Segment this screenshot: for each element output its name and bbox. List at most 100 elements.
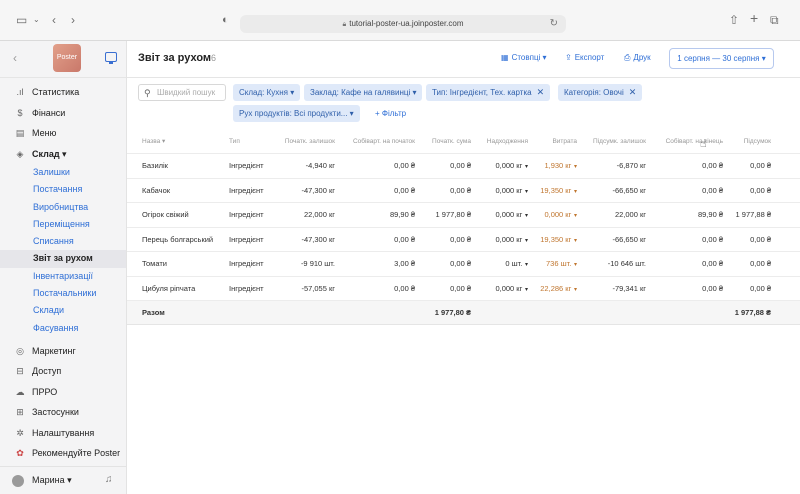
- user-menu[interactable]: Марина ▾: [32, 475, 72, 486]
- avatar[interactable]: [12, 475, 24, 487]
- sidebar-subitem-movement-report[interactable]: Звіт за рухом: [0, 250, 126, 268]
- column-header-closing[interactable]: Підсумк. залишок: [582, 130, 646, 154]
- sidebar-subitem-supplies[interactable]: Постачання: [0, 181, 126, 198]
- column-header-name[interactable]: Назва ▾: [142, 130, 237, 154]
- table-body: Базилік Інгредієнт -4,940 кг 0,00 ₴ 0,00 ₴ 0,…: [127, 154, 800, 301]
- lock-icon: ⊟: [16, 366, 24, 377]
- reload-icon[interactable]: ↻: [550, 15, 558, 33]
- sidebar-subitem-suppliers[interactable]: Постачальники: [0, 285, 126, 302]
- columns-button[interactable]: ▦ Стовпці ▾: [501, 53, 547, 62]
- sidebar-toggle-icon[interactable]: ▭: [16, 13, 27, 27]
- cell-cost-end: 0,00 ₴: [702, 185, 723, 195]
- cell-outgoing[interactable]: 19,350 кг ▾: [530, 228, 577, 254]
- cell-outgoing[interactable]: 736 шт. ▾: [530, 252, 577, 278]
- forward-icon[interactable]: ›: [71, 13, 75, 27]
- cell-sum-start: 0,00 ₴: [450, 161, 471, 170]
- search-input[interactable]: ⚲ Швидкий пошук: [138, 84, 226, 101]
- cell-cost-start: 0,00 ₴: [394, 185, 415, 195]
- cell-cost-start: 89,90 ₴: [389, 210, 415, 219]
- sidebar-subitem-storages[interactable]: Склади: [0, 302, 126, 319]
- bar-chart-icon: .ıl: [16, 87, 24, 97]
- sidebar-subitem-productions[interactable]: Виробництва: [0, 199, 126, 216]
- sidebar-item-marketing[interactable]: ◎ Маркетинг: [0, 341, 126, 362]
- cell-name: Кабачок: [142, 185, 171, 195]
- back-icon[interactable]: ‹: [52, 13, 56, 27]
- collapse-sidebar-icon[interactable]: ‹: [13, 51, 17, 65]
- sidebar-item-prro[interactable]: ☁ ПРРО: [0, 382, 126, 403]
- cell-cost-end: 0,00 ₴: [702, 259, 723, 268]
- chevron-down-icon[interactable]: ⌄: [33, 13, 40, 27]
- chevron-down-icon: ▾: [572, 164, 577, 170]
- cell-incoming[interactable]: 0,000 кг ▾: [473, 277, 528, 303]
- sidebar-item-apps[interactable]: ⊞ Застосунки: [0, 402, 126, 423]
- cell-incoming[interactable]: 0,000 кг ▾: [473, 228, 528, 254]
- cell-incoming[interactable]: 0,000 кг ▾: [473, 154, 528, 180]
- filter-chip-venue[interactable]: Заклад: Кафе на галявинці ▾: [304, 84, 423, 101]
- cell-sum-start: 1 977,80 ₴: [435, 210, 471, 219]
- cell-incoming[interactable]: 0,000 кг ▾: [473, 203, 528, 229]
- column-header-outgoing[interactable]: Витрата: [530, 130, 577, 154]
- new-tab-icon[interactable]: +: [750, 11, 758, 25]
- cell-cost-end: 0,00 ₴: [702, 161, 723, 170]
- sidebar-item-warehouse[interactable]: ◈ Склад ▾: [0, 144, 126, 165]
- privacy-shield-icon[interactable]: ◐: [222, 13, 229, 27]
- column-header-type[interactable]: Тип: [229, 130, 284, 154]
- cell-outgoing[interactable]: 0,000 кг ▾: [530, 203, 577, 229]
- cell-opening: -47,300 кг: [301, 234, 335, 244]
- table-row[interactable]: Цибуля ріпчата Інгредієнт -57,055 кг 0,00 ₴…: [127, 277, 800, 303]
- print-button[interactable]: ⎙ Друк: [624, 53, 651, 63]
- sidebar-subitem-stock[interactable]: Залишки: [0, 164, 126, 181]
- sidebar-subitem-inventories[interactable]: Інвентаризації: [0, 268, 126, 285]
- browser-toolbar: ▭ ⌄ ‹ › ◐ 🔒︎ tutorial-poster-ua.joinposte…: [0, 0, 800, 41]
- cloud-icon: ☁: [15, 386, 25, 397]
- cell-name: Базилік: [142, 161, 168, 170]
- bell-icon[interactable]: ♫: [105, 474, 113, 485]
- sidebar-item-statistics[interactable]: .ıl Статистика: [0, 82, 126, 103]
- table-row[interactable]: Базилік Інгредієнт -4,940 кг 0,00 ₴ 0,00 ₴ 0,…: [127, 154, 800, 179]
- column-header-incoming[interactable]: Надходження: [473, 130, 528, 154]
- export-button[interactable]: ⇪ Експорт: [565, 53, 604, 62]
- column-header-total[interactable]: Підсумок: [725, 130, 771, 154]
- cell-outgoing[interactable]: 22,286 кг ▾: [530, 277, 577, 303]
- sidebar-item-finance[interactable]: $ Фінанси: [0, 103, 126, 124]
- table-row[interactable]: Томати Інгредієнт -9 910 шт. 3,00 ₴ 0,00 ₴ 0 …: [127, 252, 800, 277]
- cell-incoming[interactable]: 0 шт. ▾: [473, 252, 528, 278]
- sidebar-item-access[interactable]: ⊟ Доступ: [0, 361, 126, 382]
- column-header-opening[interactable]: Початк. залишок: [277, 130, 335, 154]
- layers-icon: ◈: [16, 148, 24, 159]
- cell-outgoing[interactable]: 1,930 кг ▾: [530, 154, 577, 180]
- pos-terminal-icon[interactable]: [105, 52, 117, 64]
- sidebar-item-recommend[interactable]: ✿ Рекомендуйте Poster: [0, 443, 126, 464]
- filter-chip-product-movement[interactable]: Рух продуктів: Всі продукти... ▾: [233, 105, 360, 122]
- filter-chip-type[interactable]: Тип: Інгредієнт, Тех. картка ✕: [426, 84, 551, 101]
- cell-outgoing[interactable]: 19,350 кг ▾: [530, 179, 577, 205]
- table-row[interactable]: Перець болгарський Інгредієнт -47,300 кг 0,…: [127, 228, 800, 254]
- totals-total: 1 977,88 ₴: [734, 308, 771, 317]
- column-header-sum-start[interactable]: Початк. сума: [417, 130, 471, 154]
- close-icon[interactable]: ✕: [629, 87, 637, 97]
- document-icon: ▤: [15, 128, 25, 138]
- sidebar-subitem-writeoffs[interactable]: Списання: [0, 233, 126, 250]
- sidebar-item-menu[interactable]: ▤ Меню: [0, 123, 126, 144]
- filter-chip-storage[interactable]: Склад: Кухня ▾: [233, 84, 301, 101]
- close-icon[interactable]: ✕: [537, 87, 545, 97]
- cell-cost-end: 0,00 ₴: [702, 234, 723, 244]
- column-header-cost-start[interactable]: Собіварт. на початок: [341, 130, 415, 154]
- column-header-cost-end[interactable]: Собіварт. на кінець: [653, 130, 723, 154]
- date-range-picker[interactable]: 1 серпня — 30 серпня ▾: [669, 48, 774, 69]
- sidebar-subitem-transfers[interactable]: Переміщення: [0, 216, 126, 233]
- share-icon[interactable]: ⇧: [729, 13, 739, 27]
- cell-incoming[interactable]: 0,000 кг ▾: [473, 179, 528, 205]
- target-icon: ◎: [16, 345, 24, 356]
- cell-cost-start: 0,00 ₴: [394, 234, 415, 244]
- cell-type: Інгредієнт: [229, 283, 264, 293]
- sidebar-subitem-packaging[interactable]: Фасування: [0, 320, 126, 337]
- filter-chip-category[interactable]: Категорія: Овочі ✕: [558, 84, 643, 101]
- table-row[interactable]: Кабачок Інгредієнт -47,300 кг 0,00 ₴ 0,00 ₴ 0…: [127, 179, 800, 205]
- page-header: Звіт за рухом 6 ▦ Стовпці ▾ ⇪ Експорт ⎙ Дру…: [127, 41, 800, 78]
- address-bar[interactable]: 🔒︎ tutorial-poster-ua.joinposter.com ↻: [240, 15, 566, 33]
- sidebar-item-settings[interactable]: ✲ Налаштування: [0, 423, 126, 444]
- tabs-overview-icon[interactable]: ⧉: [770, 13, 779, 27]
- table-row[interactable]: Огірок свіжий Інгредієнт 22,000 кг 89,90 ₴ 1…: [127, 203, 800, 228]
- add-filter-button[interactable]: + Фільтр: [375, 109, 406, 118]
